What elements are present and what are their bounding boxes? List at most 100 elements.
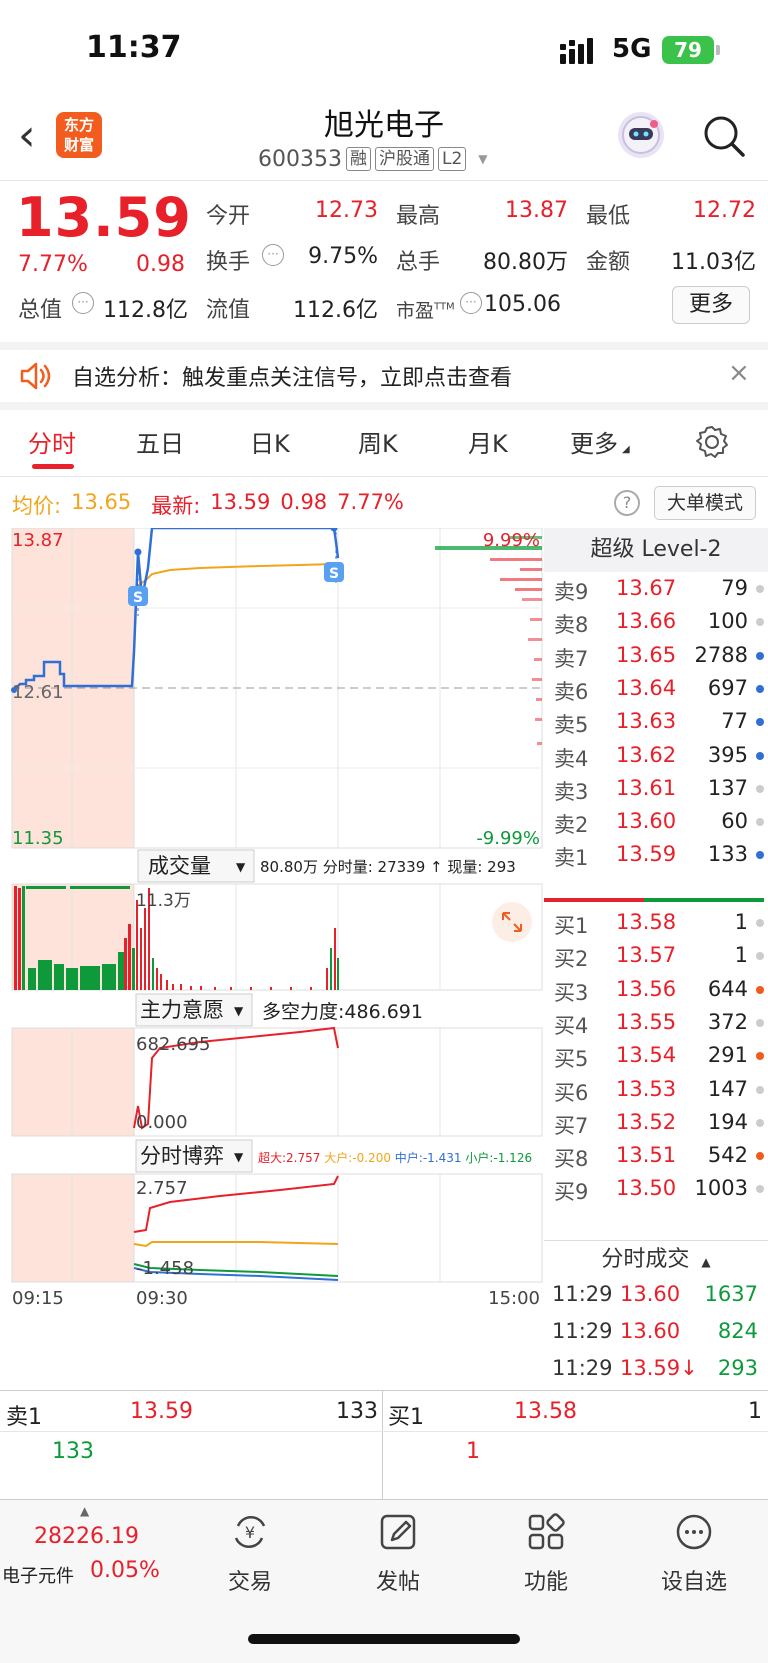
chevron-down-icon[interactable]: ▼	[478, 152, 487, 166]
bid-level-label: 买3	[554, 980, 589, 1005]
tab-daily-k[interactable]: 日K	[250, 424, 290, 459]
open-label: 今开	[206, 204, 251, 229]
bottom-sell-label: 卖1	[6, 1405, 42, 1430]
ask-row[interactable]: 卖2 13.60 60	[544, 805, 768, 839]
order-dot-icon	[756, 851, 764, 860]
search-icon[interactable]	[702, 114, 746, 158]
more-dots-icon[interactable]: ···	[262, 244, 284, 266]
main-intent-info: 多空力度:486.691	[262, 1001, 423, 1023]
nav-trade[interactable]: ¥ 交易	[200, 1512, 300, 1596]
help-icon[interactable]: ?	[614, 490, 640, 516]
bid-level-label: 买4	[554, 1013, 589, 1038]
bid-volume: 291	[707, 1043, 748, 1068]
big-order-mode-button[interactable]: 大单模式	[654, 486, 756, 520]
banner-text[interactable]: 自选分析：触发重点关注信号，立即点击查看	[72, 360, 512, 392]
chevron-down-icon: ▼	[236, 860, 246, 874]
tag-margin: 融	[345, 147, 371, 171]
bid-row[interactable]: 买6 13.53 147	[544, 1073, 768, 1107]
expand-icon[interactable]	[492, 902, 532, 942]
ask-row[interactable]: 卖8 13.66 100	[544, 605, 768, 639]
tab-five-day[interactable]: 五日	[136, 424, 184, 459]
bid-ratio-bar	[644, 898, 764, 902]
nav-add-watchlist-label: 设自选	[660, 1570, 727, 1595]
order-game-info: 超大:2.757 大户:-0.200 中户:-1.431 小户:-1.126	[258, 1150, 532, 1165]
index-pct[interactable]: 0.05%	[90, 1558, 160, 1583]
more-button[interactable]: 更多	[672, 286, 750, 324]
bid-row[interactable]: 买4 13.55 372	[544, 1006, 768, 1040]
trade-time: 11:29	[552, 1356, 613, 1380]
ask-row[interactable]: 卖4 13.62 395	[544, 739, 768, 773]
bid-row[interactable]: 买5 13.54 291	[544, 1039, 768, 1073]
divider	[0, 476, 768, 477]
nav-post[interactable]: 发帖	[348, 1512, 448, 1596]
avg-price-line	[133, 563, 335, 599]
bid-price: 13.55	[616, 1009, 677, 1034]
chevron-up-icon: ▲	[701, 1255, 711, 1269]
bid-row[interactable]: 买2 13.57 1	[544, 939, 768, 973]
trades-title[interactable]: 分时成交 ▲	[544, 1240, 768, 1278]
tag-connect: 沪股通	[374, 147, 434, 171]
tab-intraday[interactable]: 分时	[28, 424, 76, 459]
order-dot-icon	[756, 618, 764, 627]
home-indicator[interactable]	[248, 1634, 520, 1644]
ask-price: 13.62	[616, 742, 677, 767]
market-cap-label: 总值	[18, 298, 63, 323]
stock-code-row[interactable]: 600353 融 沪股通 L2 ▼	[258, 144, 488, 174]
bid-row[interactable]: 买8 13.51 542	[544, 1139, 768, 1173]
ask-row[interactable]: 卖9 13.67 79	[544, 572, 768, 606]
ask-row[interactable]: 卖5 13.63 77	[544, 705, 768, 739]
ask-volume: 79	[721, 576, 748, 600]
trade-volume: 824	[717, 1319, 758, 1343]
ask-row[interactable]: 卖1 13.59 133	[544, 838, 768, 872]
ask-row[interactable]: 卖3 13.61 137	[544, 772, 768, 806]
sell-signal-label: S	[133, 590, 143, 606]
order-dot-icon	[756, 684, 764, 693]
bid-row[interactable]: 买7 13.52 194	[544, 1106, 768, 1140]
robot-avatar-icon[interactable]	[618, 112, 664, 158]
tab-monthly-k[interactable]: 月K	[468, 424, 508, 459]
current-price: 13.59	[16, 186, 192, 249]
grid-icon	[528, 1513, 565, 1550]
more-dots-icon[interactable]: ···	[460, 292, 482, 314]
nav-functions[interactable]: 功能	[496, 1512, 596, 1596]
more-dots-icon[interactable]: ···	[72, 292, 94, 314]
tab-more-label: 更多	[570, 430, 618, 458]
tab-more[interactable]: 更多 ◢	[570, 424, 630, 459]
ask-volume: 100	[707, 609, 748, 634]
latest-value: 13.59	[210, 490, 271, 514]
close-icon[interactable]: ×	[728, 358, 750, 388]
volume-selector-label: 成交量	[148, 854, 211, 878]
nav-add-watchlist[interactable]: 设自选	[644, 1512, 744, 1596]
high-value: 13.87	[505, 198, 568, 223]
amount-label: 金额	[586, 250, 631, 275]
order-dot-icon	[756, 985, 764, 994]
price-info-line: 均价: 13.65 最新: 13.59 0.98 7.77%	[12, 490, 404, 520]
bid-row[interactable]: 买1 13.58 1	[544, 906, 768, 940]
index-name[interactable]: 电子元件	[2, 1562, 74, 1588]
pe-label: 市盈TTM	[396, 296, 455, 323]
intraday-chart[interactable]: S S 13.87 12.61 11.35 9.99% -9.99% 成交量 ▼…	[0, 528, 544, 1388]
volume-axis-label: 11.3万	[136, 891, 191, 911]
bid-row[interactable]: 买9 13.50 1003	[544, 1172, 768, 1206]
bid-volume: 372	[707, 1009, 748, 1034]
bid-row[interactable]: 买3 13.56 644	[544, 973, 768, 1007]
svg-text:¥: ¥	[245, 1523, 255, 1542]
battery-tip	[716, 45, 720, 55]
ask-row[interactable]: 卖7 13.65 2788	[544, 639, 768, 673]
battery-level: 79	[674, 38, 702, 62]
bid-volume: 542	[707, 1143, 748, 1168]
ask-volume: 2788	[694, 642, 748, 667]
gear-icon[interactable]	[694, 424, 730, 460]
bottom-pct-label: -9.99%	[476, 828, 540, 849]
caret-up-icon: ▲	[80, 1504, 90, 1518]
large-value: 大户:-0.200	[324, 1150, 391, 1165]
main-intent-top-label: 682.695	[136, 1034, 210, 1055]
bid-price: 13.56	[616, 976, 677, 1001]
ask-row[interactable]: 卖6 13.64 697	[544, 672, 768, 706]
time-end-label: 15:00	[488, 1288, 540, 1309]
trade-volume: 1637	[704, 1282, 758, 1306]
index-value[interactable]: 28226.19	[34, 1524, 139, 1549]
bid-price: 13.53	[616, 1076, 677, 1101]
bid-price: 13.51	[616, 1143, 677, 1168]
tab-weekly-k[interactable]: 周K	[358, 424, 398, 459]
